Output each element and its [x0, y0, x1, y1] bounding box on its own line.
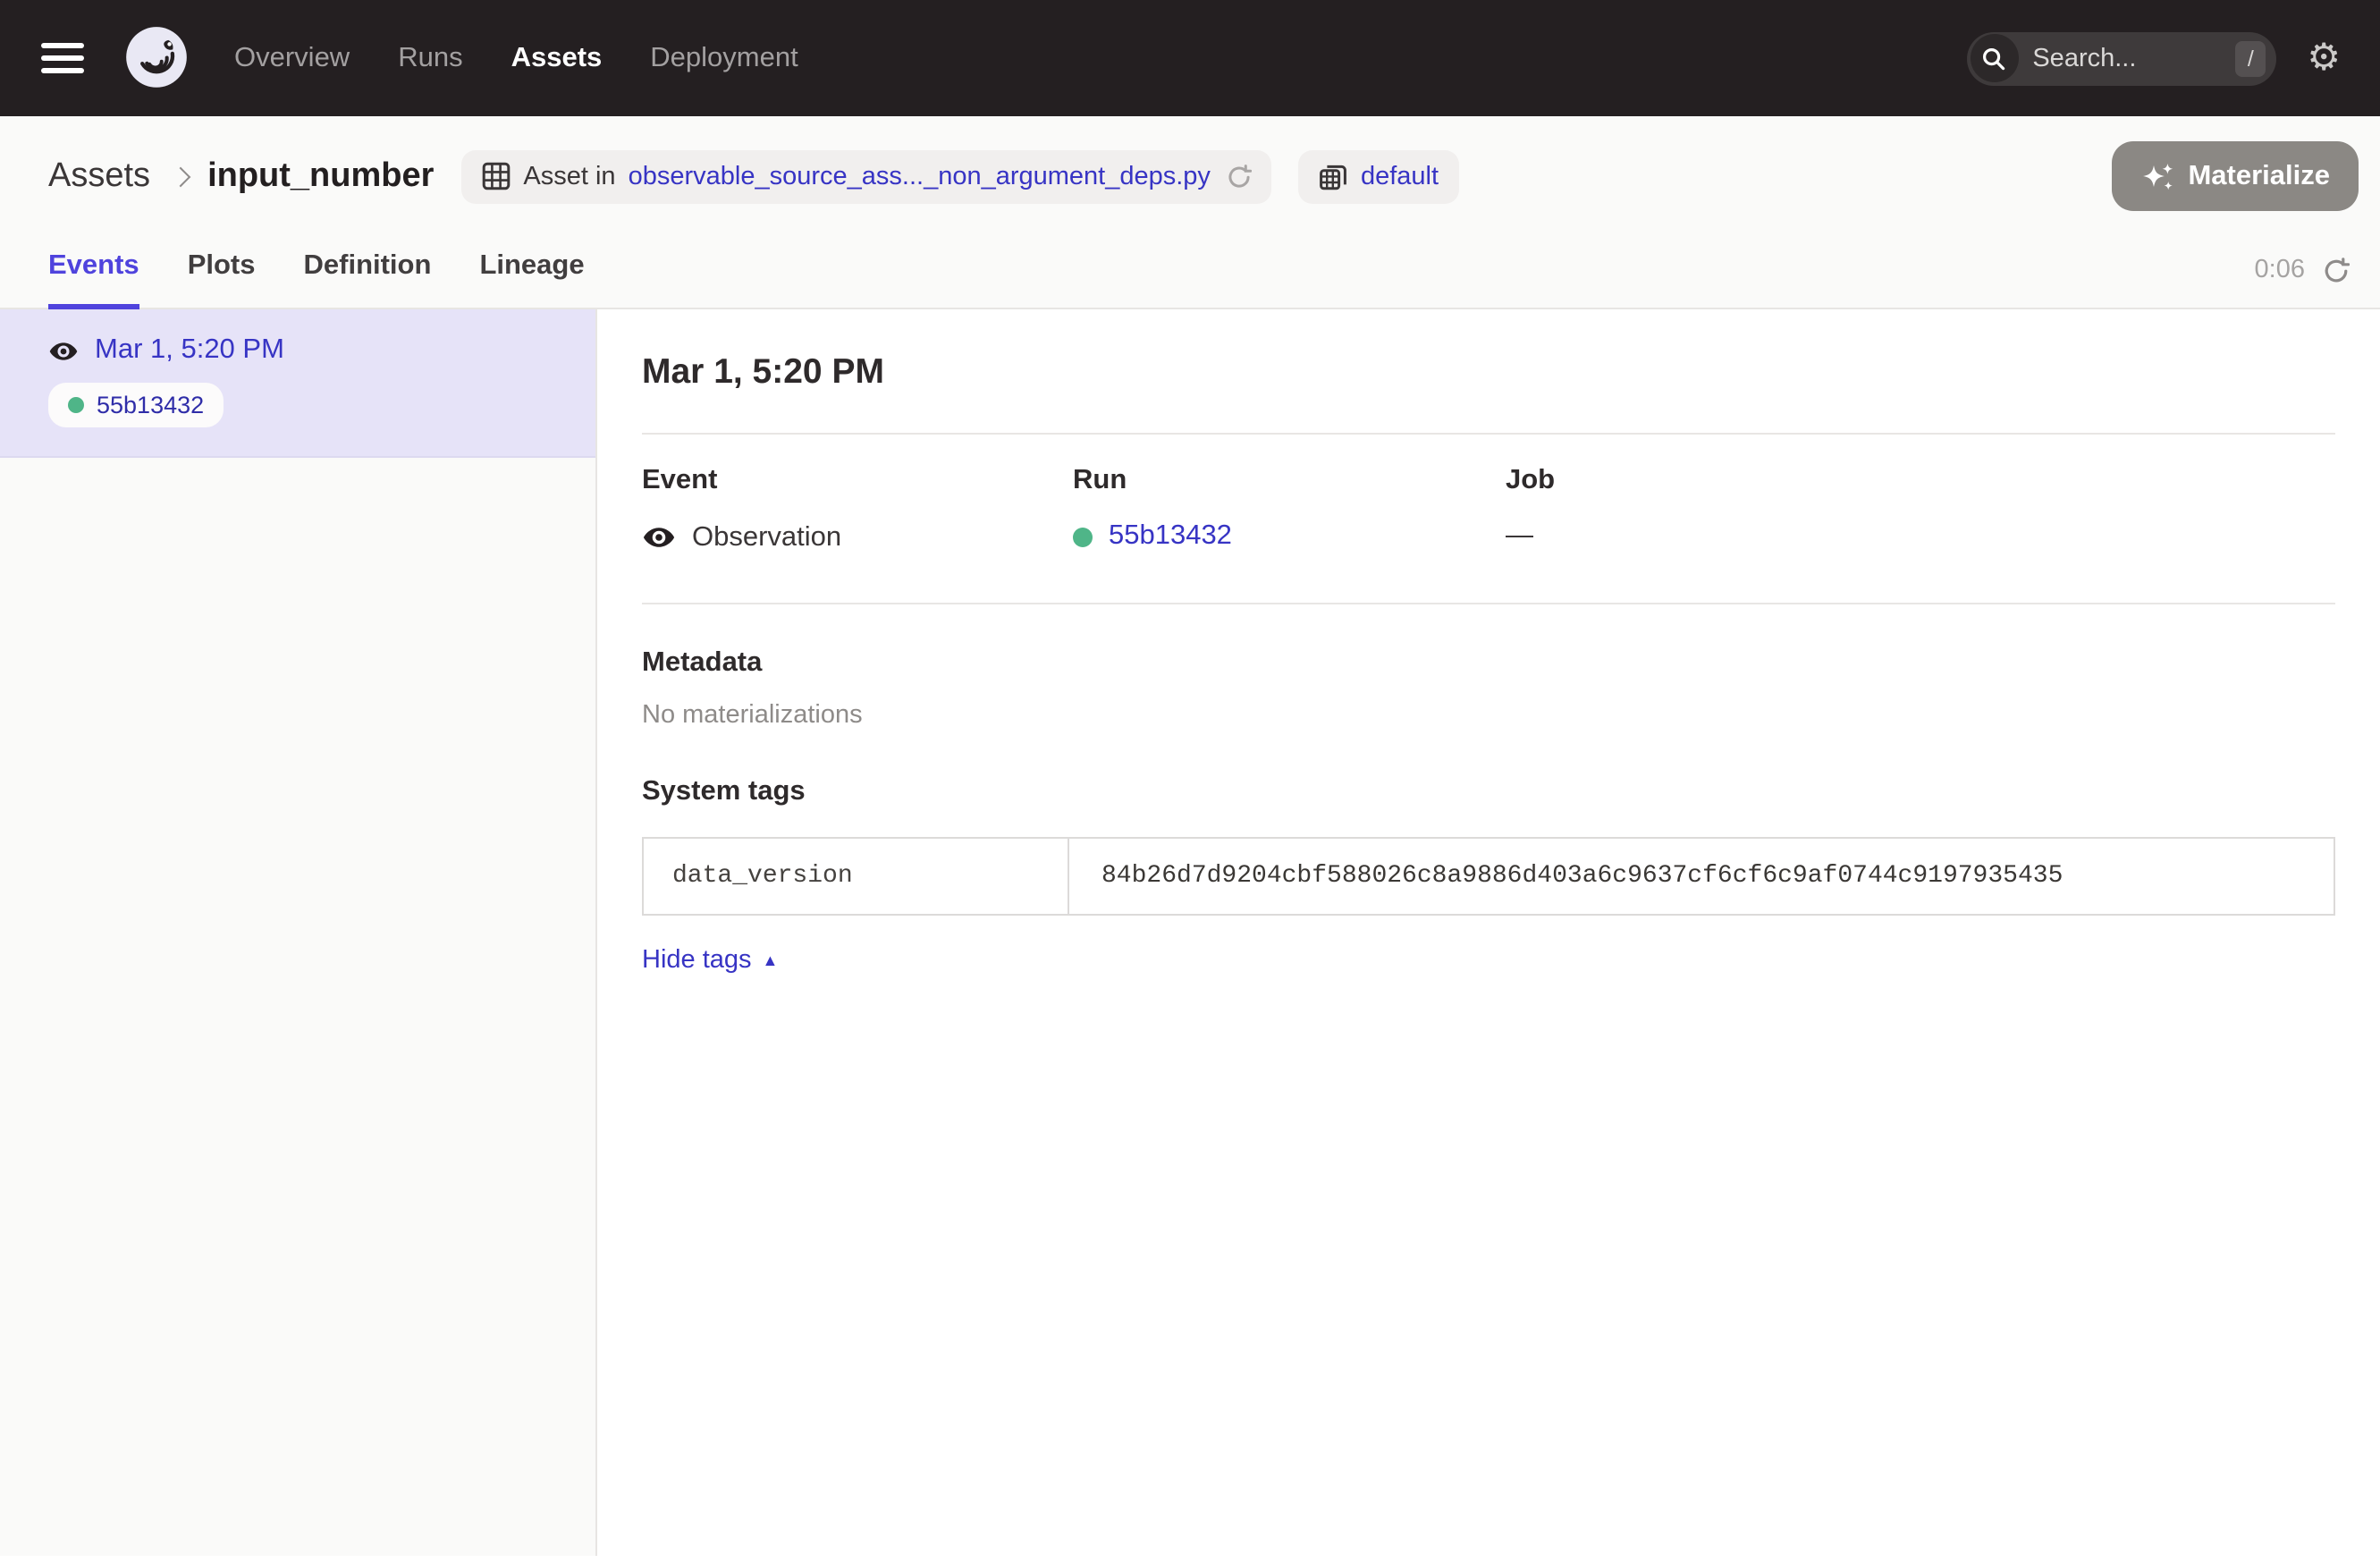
search-placeholder: Search...: [2032, 44, 2235, 72]
tab-bar: Events Plots Definition Lineage 0:06: [0, 225, 2380, 309]
system-tags-heading: System tags: [642, 776, 2335, 808]
run-id-link[interactable]: 55b13432: [1109, 520, 1232, 553]
search-shortcut-badge: /: [2235, 40, 2266, 76]
asset-file-link[interactable]: observable_source_ass..._non_argument_de…: [629, 162, 1211, 190]
job-column: Job —: [1506, 465, 1555, 554]
run-column: Run 55b13432: [1073, 465, 1506, 554]
observation-eye-icon: [642, 520, 676, 554]
auto-refresh: 0:06: [2255, 256, 2350, 308]
metadata-empty-text: No materializations: [642, 701, 2335, 730]
caret-up-icon: ▲: [763, 952, 779, 968]
refresh-countdown: 0:06: [2255, 256, 2305, 284]
nav-assets[interactable]: Assets: [511, 42, 603, 74]
page-title: input_number: [207, 156, 434, 196]
chevron-right-icon: [171, 166, 191, 187]
event-label: Event: [642, 465, 1073, 497]
hide-tags-link[interactable]: Hide tags ▲: [642, 946, 778, 975]
system-tags-table: data_version 84b26d7d9204cbf588026c8a988…: [642, 837, 2335, 916]
metadata-heading: Metadata: [642, 647, 2335, 680]
code-location-link[interactable]: default: [1361, 162, 1439, 190]
event-list-sidebar: Mar 1, 5:20 PM 55b13432: [0, 309, 597, 1556]
asset-grid-icon: [480, 161, 511, 191]
event-detail-title: Mar 1, 5:20 PM: [642, 352, 2335, 393]
event-timestamp: Mar 1, 5:20 PM: [95, 334, 284, 367]
divider: [642, 433, 2335, 435]
nav-deployment[interactable]: Deployment: [650, 42, 798, 74]
refresh-icon[interactable]: [2323, 257, 2350, 283]
asset-in-label: Asset in: [523, 162, 615, 190]
breadcrumb-assets-link[interactable]: Assets: [48, 156, 150, 196]
run-label: Run: [1073, 465, 1506, 497]
tab-events[interactable]: Events: [48, 250, 139, 309]
tab-lineage[interactable]: Lineage: [479, 250, 584, 309]
materialize-button[interactable]: Materialize: [2111, 141, 2359, 211]
run-success-dot: [68, 397, 84, 413]
reload-definition-icon[interactable]: [1227, 164, 1252, 189]
run-id-text: 55b13432: [97, 392, 204, 418]
content-area: Mar 1, 5:20 PM 55b13432 Mar 1, 5:20 PM E…: [0, 309, 2380, 1556]
primary-nav: Overview Runs Assets Deployment: [234, 42, 798, 74]
sparkle-icon: [2139, 160, 2173, 192]
job-label: Job: [1506, 465, 1555, 497]
search-icon: [1970, 34, 2018, 82]
search-input[interactable]: Search... /: [1967, 31, 2276, 85]
page-header: Assets input_number Asset in observable_…: [0, 116, 2380, 309]
top-nav: Overview Runs Assets Deployment Search..…: [0, 0, 2380, 116]
event-detail-panel: Mar 1, 5:20 PM Event Observation: [597, 309, 2380, 1556]
run-success-dot: [1073, 527, 1093, 546]
repo-icon: [1318, 161, 1348, 191]
materialize-label: Materialize: [2188, 160, 2330, 192]
event-summary-columns: Event Observation Run 55b13432: [642, 465, 2335, 554]
job-value: —: [1506, 520, 1555, 553]
divider: [642, 603, 2335, 604]
run-id-pill[interactable]: 55b13432: [48, 383, 224, 427]
tag-value-cell: 84b26d7d9204cbf588026c8a9886d403a6c9637c…: [1069, 839, 2334, 914]
settings-gear-icon[interactable]: ⚙: [2307, 39, 2341, 77]
tab-definition[interactable]: Definition: [304, 250, 432, 309]
event-column: Event Observation: [642, 465, 1073, 554]
dagster-app: Overview Runs Assets Deployment Search..…: [0, 0, 2380, 1563]
observation-eye-icon: [48, 335, 79, 366]
breadcrumb: Assets input_number Asset in observable_…: [0, 116, 2380, 225]
tag-key-cell: data_version: [644, 839, 1069, 914]
menu-hamburger-icon[interactable]: [41, 43, 84, 73]
event-type-value: Observation: [692, 521, 841, 553]
code-location-pill: default: [1298, 149, 1458, 203]
hide-tags-label: Hide tags: [642, 946, 752, 975]
tab-plots[interactable]: Plots: [188, 250, 256, 309]
asset-definition-pill: Asset in observable_source_ass..._non_ar…: [460, 149, 1271, 203]
event-list-item-selected[interactable]: Mar 1, 5:20 PM 55b13432: [0, 309, 595, 458]
nav-overview[interactable]: Overview: [234, 42, 350, 74]
nav-runs[interactable]: Runs: [398, 42, 462, 74]
dagster-logo[interactable]: [120, 21, 193, 95]
